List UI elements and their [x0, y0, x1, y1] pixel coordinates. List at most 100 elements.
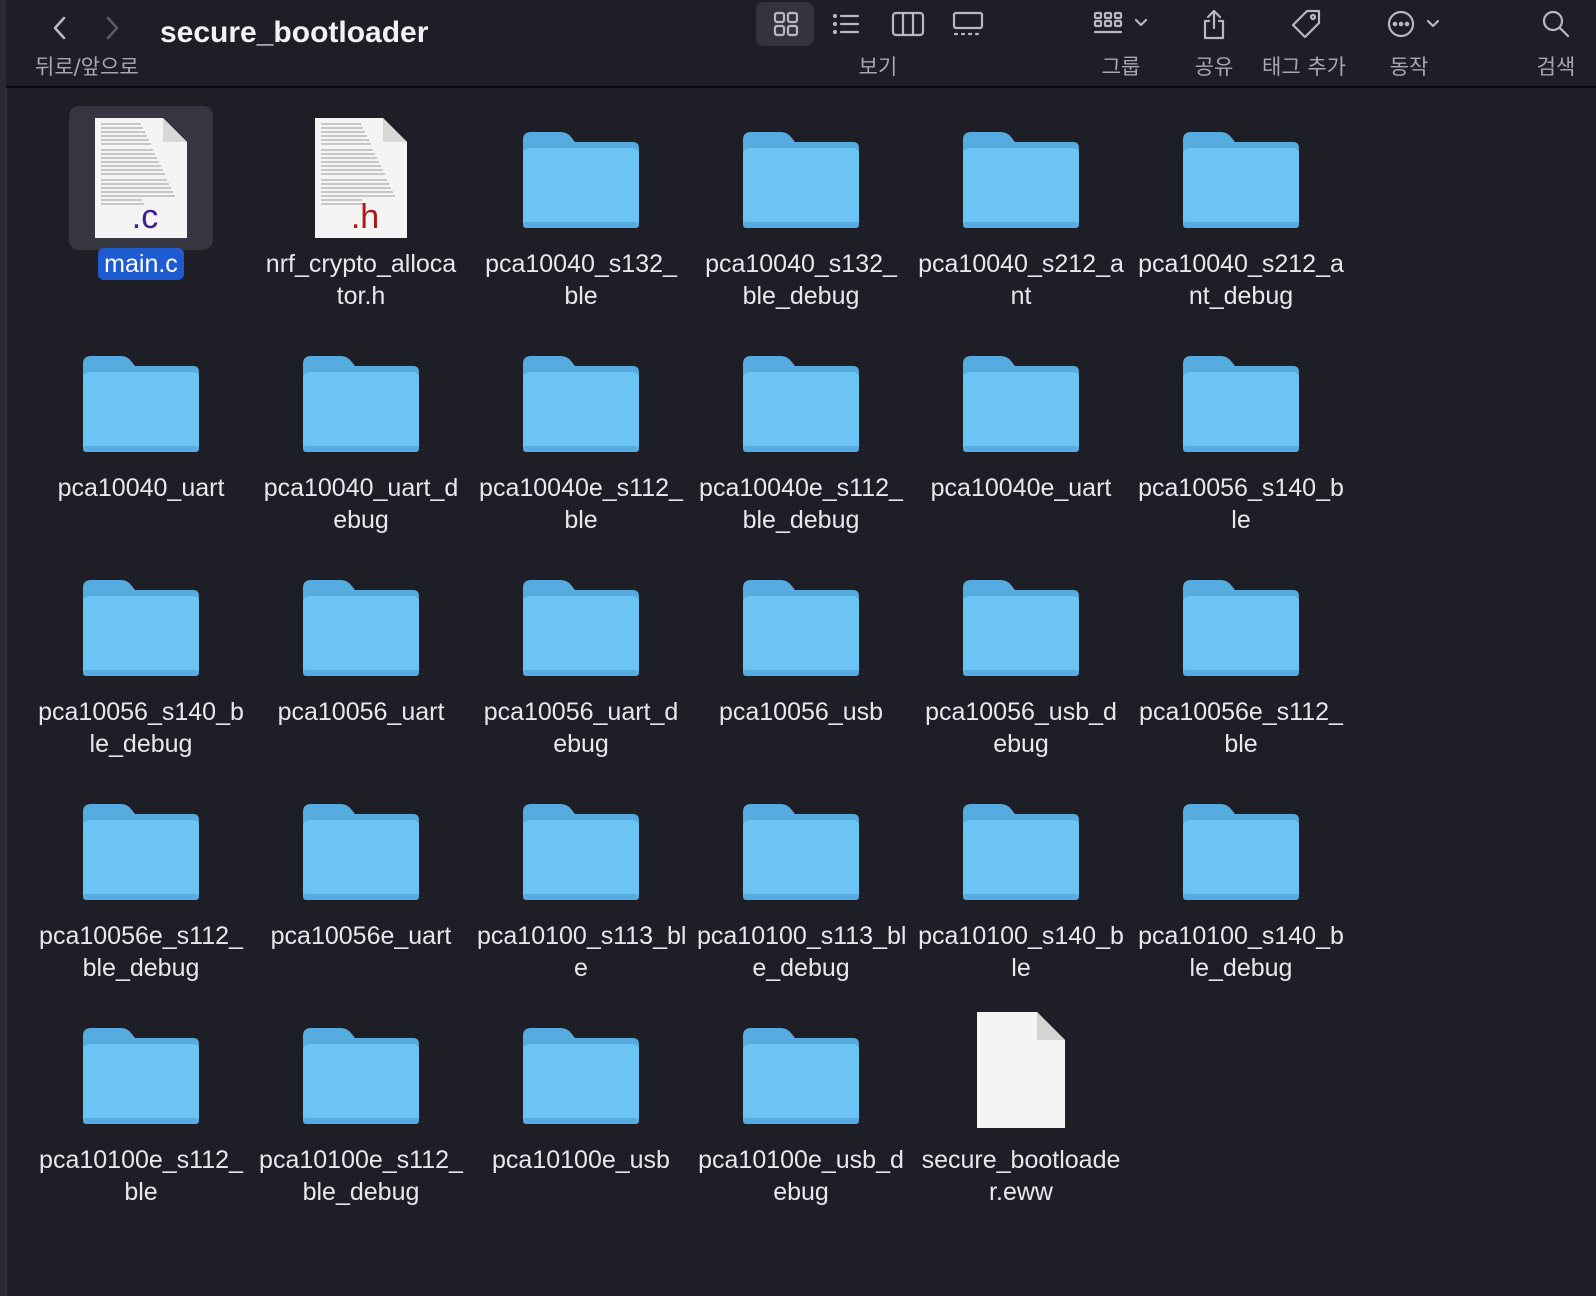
share-button[interactable]	[1194, 4, 1234, 44]
item-label[interactable]: pca10040e_uart	[911, 472, 1131, 504]
item-label[interactable]: pca10100_s140_b le_debug	[1131, 920, 1351, 984]
folder-item[interactable]: pca10056_usb_d ebug	[911, 536, 1131, 760]
item-label[interactable]: pca10040_s212_a nt_debug	[1131, 248, 1351, 312]
item-label[interactable]: pca10040_s132_ ble_debug	[691, 248, 911, 312]
item-icon[interactable]	[69, 330, 213, 474]
item-label[interactable]: pca10056_usb_d ebug	[911, 696, 1131, 760]
item-icon[interactable]	[289, 554, 433, 698]
item-label[interactable]: pca10040_s132_ ble	[471, 248, 691, 312]
item-label[interactable]: pca10056e_s112_ ble	[1131, 696, 1351, 760]
folder-item[interactable]: pca10100_s140_b le	[911, 760, 1131, 984]
folder-item[interactable]: pca10100e_s112_ ble	[31, 984, 251, 1208]
folder-item[interactable]: pca10056e_s112_ ble	[1131, 536, 1351, 760]
item-icon[interactable]	[949, 330, 1093, 474]
folder-item[interactable]: pca10056_uart	[251, 536, 471, 760]
item-icon[interactable]: .c	[69, 106, 213, 250]
folder-item[interactable]: pca10100e_s112_ ble_debug	[251, 984, 471, 1208]
item-label[interactable]: pca10100e_s112_ ble	[31, 1144, 251, 1208]
forward-button[interactable]	[92, 8, 132, 48]
folder-item[interactable]: pca10040e_uart	[911, 312, 1131, 536]
item-label[interactable]: pca10040_s212_a nt	[911, 248, 1131, 312]
item-icon[interactable]	[729, 778, 873, 922]
search-button[interactable]	[1536, 4, 1576, 44]
tag-button[interactable]	[1286, 4, 1326, 44]
folder-item[interactable]: pca10040e_s112_ ble_debug	[691, 312, 911, 536]
group-button[interactable]	[1090, 4, 1154, 44]
item-label[interactable]: nrf_crypto_alloca tor.h	[251, 248, 471, 312]
folder-item[interactable]: pca10040e_s112_ ble	[471, 312, 691, 536]
item-label[interactable]: pca10100e_s112_ ble_debug	[251, 1144, 471, 1208]
icon-view-button[interactable]	[766, 4, 806, 44]
folder-item[interactable]: pca10040_uart	[31, 312, 251, 536]
item-icon[interactable]	[1169, 106, 1313, 250]
item-icon[interactable]	[509, 778, 653, 922]
folder-item[interactable]: pca10100e_usb_d ebug	[691, 984, 911, 1208]
item-label[interactable]: pca10056_usb	[691, 696, 911, 728]
item-label[interactable]: pca10056e_uart	[251, 920, 471, 952]
item-icon[interactable]	[729, 554, 873, 698]
folder-item[interactable]: pca10100_s113_bl e_debug	[691, 760, 911, 984]
item-label[interactable]: pca10100_s113_bl e	[471, 920, 691, 984]
folder-item[interactable]: pca10056e_uart	[251, 760, 471, 984]
item-icon[interactable]	[69, 554, 213, 698]
item-label[interactable]: pca10100e_usb	[471, 1144, 691, 1176]
gallery-view-button[interactable]	[948, 4, 988, 44]
folder-item[interactable]: pca10056_uart_d ebug	[471, 536, 691, 760]
item-icon[interactable]	[949, 778, 1093, 922]
item-label[interactable]: pca10100_s113_bl e_debug	[691, 920, 911, 984]
item-icon[interactable]	[509, 330, 653, 474]
folder-item[interactable]: pca10100e_usb	[471, 984, 691, 1208]
item-icon[interactable]	[729, 1002, 873, 1146]
action-button[interactable]	[1384, 4, 1448, 44]
item-icon[interactable]	[949, 1002, 1093, 1146]
item-icon[interactable]	[729, 330, 873, 474]
item-icon[interactable]	[1169, 778, 1313, 922]
item-label[interactable]: pca10056_s140_b le	[1131, 472, 1351, 536]
item-label[interactable]: pca10040e_s112_ ble	[471, 472, 691, 536]
folder-item[interactable]: pca10040_s132_ ble_debug	[691, 88, 911, 312]
column-view-button[interactable]	[888, 4, 928, 44]
folder-item[interactable]: pca10056_usb	[691, 536, 911, 760]
file-item[interactable]: .h nrf_crypto_alloca tor.h	[251, 88, 471, 312]
share-icon	[1203, 9, 1225, 40]
item-label[interactable]: pca10100_s140_b le	[911, 920, 1131, 984]
item-icon[interactable]	[1169, 554, 1313, 698]
action-label: 동작	[1389, 55, 1429, 79]
file-item[interactable]: secure_bootloade r.eww	[911, 984, 1131, 1208]
item-label[interactable]: main.c	[31, 248, 251, 280]
item-icon[interactable]	[1169, 330, 1313, 474]
item-label[interactable]: pca10056_s140_b le_debug	[31, 696, 251, 760]
folder-item[interactable]: pca10040_s212_a nt	[911, 88, 1131, 312]
back-button[interactable]	[40, 8, 80, 48]
item-icon[interactable]	[289, 778, 433, 922]
item-label[interactable]: pca10056e_s112_ ble_debug	[31, 920, 251, 984]
item-icon[interactable]	[509, 106, 653, 250]
folder-item[interactable]: pca10040_uart_d ebug	[251, 312, 471, 536]
folder-item[interactable]: pca10056_s140_b le	[1131, 312, 1351, 536]
folder-item[interactable]: pca10040_s212_a nt_debug	[1131, 88, 1351, 312]
item-label[interactable]: pca10100e_usb_d ebug	[691, 1144, 911, 1208]
item-icon[interactable]	[69, 1002, 213, 1146]
item-icon[interactable]	[69, 778, 213, 922]
item-icon[interactable]	[949, 554, 1093, 698]
item-icon[interactable]	[289, 1002, 433, 1146]
item-icon[interactable]	[729, 106, 873, 250]
item-icon[interactable]	[509, 1002, 653, 1146]
item-icon[interactable]: .h	[289, 106, 433, 250]
item-label[interactable]: secure_bootloade r.eww	[911, 1144, 1131, 1208]
item-label[interactable]: pca10040_uart	[31, 472, 251, 504]
item-icon[interactable]	[289, 330, 433, 474]
file-item[interactable]: .c main.c	[31, 88, 251, 312]
folder-item[interactable]: pca10056_s140_b le_debug	[31, 536, 251, 760]
item-label[interactable]: pca10056_uart_d ebug	[471, 696, 691, 760]
item-icon[interactable]	[509, 554, 653, 698]
item-label[interactable]: pca10056_uart	[251, 696, 471, 728]
folder-item[interactable]: pca10100_s113_bl e	[471, 760, 691, 984]
folder-item[interactable]: pca10040_s132_ ble	[471, 88, 691, 312]
folder-item[interactable]: pca10056e_s112_ ble_debug	[31, 760, 251, 984]
item-label[interactable]: pca10040e_s112_ ble_debug	[691, 472, 911, 536]
item-icon[interactable]	[949, 106, 1093, 250]
folder-item[interactable]: pca10100_s140_b le_debug	[1131, 760, 1351, 984]
item-label[interactable]: pca10040_uart_d ebug	[251, 472, 471, 536]
list-view-button[interactable]	[826, 4, 866, 44]
